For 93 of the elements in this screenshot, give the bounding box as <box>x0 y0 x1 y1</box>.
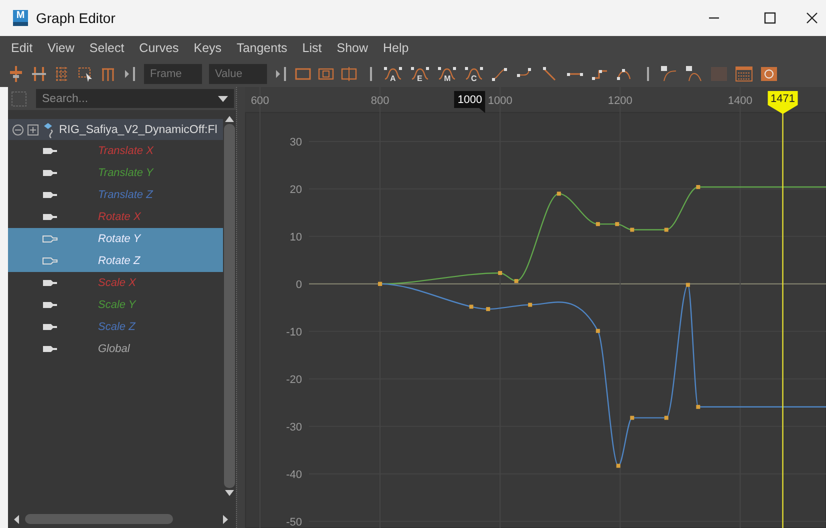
axis-tick-label: 1400 <box>728 95 752 107</box>
keyframe-point[interactable] <box>596 222 600 226</box>
value-field[interactable]: Value <box>209 64 267 84</box>
attribute-row[interactable]: Global <box>8 338 223 360</box>
attribute-row[interactable]: Rotate Z <box>8 250 223 272</box>
expand-icon[interactable] <box>27 124 39 136</box>
attribute-row[interactable]: Scale Y <box>8 294 223 316</box>
menu-item[interactable]: Select <box>89 41 124 55</box>
scroll-right-icon[interactable] <box>223 514 228 524</box>
axis-tick-label: 800 <box>370 95 390 107</box>
axis-tick-label: -20 <box>286 374 302 386</box>
keyframe-point[interactable] <box>514 279 518 284</box>
keyframe-point[interactable] <box>696 404 700 409</box>
separator-arrow-icon[interactable] <box>274 64 288 82</box>
frame-field[interactable]: Frame <box>144 64 202 84</box>
clock-tile-icon[interactable] <box>760 64 778 82</box>
scroll-up-icon[interactable] <box>225 116 234 122</box>
dropdown-caret-icon[interactable] <box>218 94 228 102</box>
animation-curve[interactable] <box>380 283 826 466</box>
keyframe-point[interactable] <box>596 328 600 333</box>
tangent-button[interactable]: C <box>464 64 484 82</box>
plug-icon <box>42 190 58 200</box>
range-marker[interactable]: 1000 <box>454 91 486 113</box>
scrollbar-thumb[interactable] <box>224 124 235 488</box>
plug-icon <box>42 256 58 266</box>
tangent-icon <box>383 64 403 82</box>
tangent-icon <box>410 64 430 82</box>
axis-tick-label: 10 <box>290 231 302 244</box>
menu-item[interactable]: Curves <box>139 41 179 55</box>
keyframe-point[interactable] <box>630 228 634 232</box>
plug-icon <box>42 278 58 288</box>
plug-icon <box>42 322 58 332</box>
tangent-button[interactable]: A <box>383 64 403 82</box>
app-icon: M <box>13 10 28 26</box>
menu-item[interactable]: Show <box>336 41 368 55</box>
maximize-icon[interactable] <box>764 12 776 24</box>
key-insert-icon[interactable] <box>8 64 24 82</box>
calendar-icon[interactable] <box>735 64 753 82</box>
menu-item[interactable]: Help <box>383 41 409 55</box>
scrollbar-thumb[interactable] <box>25 514 173 524</box>
tangent-button[interactable]: M <box>437 64 457 82</box>
window-title: Graph Editor <box>36 10 116 26</box>
axis-tick-label: -10 <box>286 326 302 338</box>
axis-tick-label: 1000 <box>488 95 512 107</box>
menu-item[interactable]: List <box>302 41 322 55</box>
keyframe-point[interactable] <box>528 302 532 307</box>
tangent-icon <box>437 64 457 82</box>
keyframe-point[interactable] <box>664 228 668 232</box>
plug-icon <box>42 300 58 310</box>
in-tangent-icon[interactable] <box>660 64 678 82</box>
scroll-down-icon[interactable] <box>225 490 234 496</box>
menu-item[interactable]: Tangents <box>236 41 288 55</box>
close-icon[interactable] <box>806 12 818 24</box>
collapse-icon[interactable] <box>12 124 24 136</box>
tangent-button[interactable]: E <box>410 64 430 82</box>
keyframe-point[interactable] <box>556 192 561 196</box>
plug-icon <box>42 146 58 156</box>
keyframe-point[interactable] <box>616 464 620 468</box>
current-time-marker[interactable]: 1471 <box>768 91 798 114</box>
axis-tick-label: 20 <box>290 184 302 196</box>
keyframe-point[interactable] <box>696 185 700 190</box>
axis-tick-label: 0 <box>296 278 302 291</box>
scroll-left-icon[interactable] <box>14 514 19 524</box>
keyframe-point[interactable] <box>664 416 668 420</box>
out-tangent-icon[interactable] <box>685 64 703 82</box>
keyframe-point[interactable] <box>469 304 474 309</box>
move-keys-icon[interactable] <box>31 64 47 82</box>
menu-item[interactable]: View <box>48 41 74 55</box>
frame-center-icon[interactable] <box>341 64 357 82</box>
axis-tick-label: 600 <box>250 95 270 107</box>
plug-icon <box>42 168 58 178</box>
axis-tick-label: 30 <box>290 136 302 148</box>
tangent-icon <box>464 64 484 82</box>
attribute-row[interactable]: Rotate Y <box>8 228 223 250</box>
plug-icon <box>42 344 58 354</box>
plug-icon <box>42 234 58 244</box>
axis-tick-label: -50 <box>286 516 302 528</box>
ref-line-label: 1471 <box>770 93 796 105</box>
attribute-row[interactable]: Translate Y <box>8 162 223 184</box>
axis-tick-label: 1200 <box>608 95 632 107</box>
keyframe-point[interactable] <box>686 282 690 287</box>
keyframe-point[interactable] <box>630 416 634 420</box>
lattice-icon[interactable] <box>54 64 70 82</box>
keyframe-point[interactable] <box>498 270 502 275</box>
region-select-icon[interactable] <box>77 64 93 82</box>
menu-item[interactable]: Edit <box>11 41 33 55</box>
axis-tick-label: -30 <box>286 421 302 434</box>
axis-tick-label: -40 <box>286 468 302 481</box>
plug-icon <box>42 212 58 222</box>
keyframe-point[interactable] <box>486 307 490 312</box>
keyframe-point[interactable] <box>615 222 620 226</box>
separator-arrow-icon[interactable] <box>123 64 137 82</box>
menu-item[interactable]: Keys <box>194 41 222 55</box>
